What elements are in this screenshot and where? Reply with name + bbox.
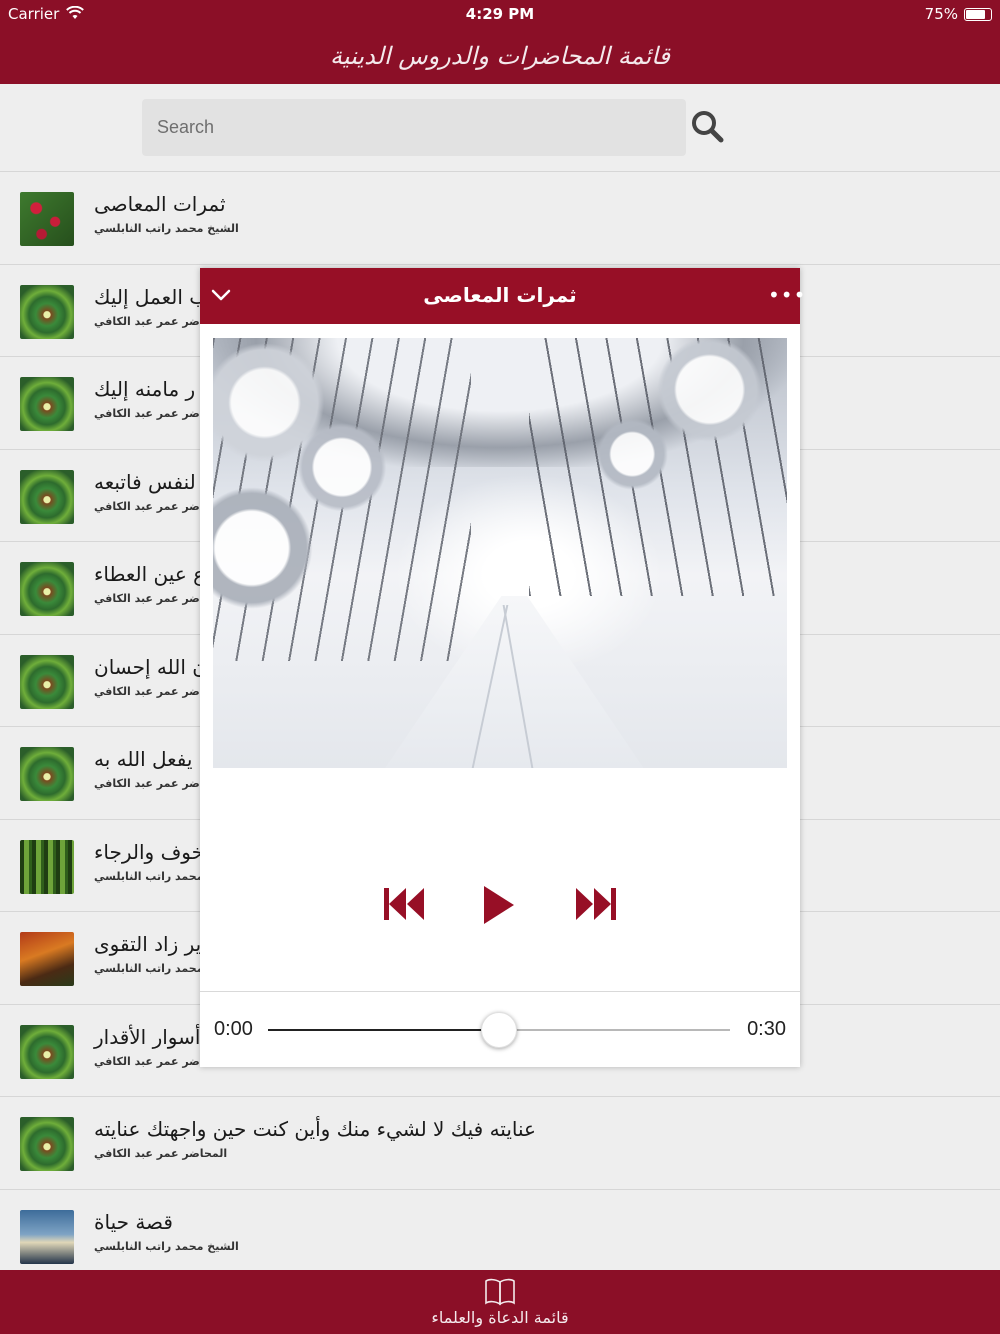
list-item[interactable]: عنايته فيك لا لشيء منك وأين كنت حين واجه… — [0, 1097, 1000, 1190]
search-input[interactable] — [142, 99, 686, 156]
tab-bar: قائمة الدعاة والعلماء — [0, 1270, 1000, 1334]
lecture-speaker: اضر عمر عبد الكافي — [94, 592, 204, 605]
lecture-title: ع عين العطاء — [94, 562, 206, 586]
nav-bar: قائمة المحاضرات والدروس الدينية — [0, 28, 1000, 84]
lecture-thumbnail — [20, 284, 74, 339]
lecture-thumbnail — [20, 654, 74, 709]
lecture-title: ب العمل إليك — [94, 284, 209, 309]
tab-scholars-label[interactable]: قائمة الدعاة والعلماء — [0, 1308, 1000, 1327]
status-bar: Carrier 4:29 PM 75% — [0, 0, 1000, 28]
play-button[interactable] — [482, 884, 516, 926]
list-item[interactable]: ثمرات المعاصى الشيخ محمد راتب النابلسي — [0, 172, 1000, 265]
player-header: ثمرات المعاصى ••• — [200, 268, 805, 324]
playback-controls — [200, 878, 800, 928]
lecture-title: أسوار الأقدار — [94, 1024, 201, 1049]
lecture-title: ن الله إحسان — [94, 654, 207, 679]
lecture-title: قصة حياة — [94, 1209, 173, 1234]
lecture-thumbnail — [20, 1209, 74, 1264]
lecture-thumbnail — [20, 469, 74, 524]
more-options-icon[interactable]: ••• — [768, 284, 805, 306]
search-bar — [0, 84, 1000, 172]
audio-player-modal: ثمرات المعاصى ••• 0:00 0:30 — [200, 268, 805, 1067]
lecture-thumbnail — [20, 1024, 74, 1079]
previous-track-button[interactable] — [384, 886, 426, 922]
search-icon[interactable] — [689, 108, 725, 144]
lecture-speaker: اضر عمر عبد الكافي — [94, 1054, 204, 1068]
lecture-speaker: الشيخ محمد راتب النابلسي — [94, 1239, 239, 1253]
list-item[interactable]: قصة حياة الشيخ محمد راتب النابلسي — [0, 1189, 1000, 1282]
player-title: ثمرات المعاصى — [423, 283, 577, 307]
lecture-title: ير زاد التقوى — [94, 932, 202, 956]
lecture-title: ا يفعل الله به — [94, 747, 205, 771]
progress-area: 0:00 0:30 — [200, 991, 800, 1067]
lecture-thumbnail — [20, 839, 74, 894]
seek-fill — [268, 1029, 499, 1031]
lecture-title: عنايته فيك لا لشيء منك وأين كنت حين واجه… — [94, 1117, 536, 1141]
battery-icon — [964, 8, 992, 21]
seek-thumb[interactable] — [481, 1012, 517, 1048]
lecture-speaker: المحاضر عمر عبد الكافي — [94, 1147, 228, 1160]
lecture-title: لنفس فاتبعه — [94, 469, 196, 494]
lecture-thumbnail — [20, 1117, 74, 1171]
lecture-thumbnail — [20, 562, 74, 616]
lecture-speaker: محمد راتب النابلسي — [94, 962, 204, 975]
lecture-thumbnail — [20, 192, 74, 246]
lecture-thumbnail — [20, 747, 74, 801]
lecture-speaker: اضر عمر عبد الكافي — [94, 777, 204, 790]
elapsed-time: 0:00 — [214, 1018, 253, 1040]
next-track-button[interactable] — [574, 886, 616, 922]
lecture-speaker: محمد راتب النابلسي — [94, 869, 204, 883]
lecture-speaker: اضر عمر عبد الكافي — [94, 407, 204, 420]
lecture-speaker: اضر عمر عبد الكافي — [94, 499, 204, 513]
lecture-title: ر مامنه إليك — [94, 377, 196, 401]
total-time: 0:30 — [747, 1018, 786, 1040]
lecture-title: ثمرات المعاصى — [94, 192, 226, 216]
book-icon[interactable] — [484, 1278, 516, 1306]
lecture-speaker: اضر عمر عبد الكافي — [94, 314, 204, 328]
album-artwork — [213, 338, 787, 768]
page-title: قائمة المحاضرات والدروس الدينية — [330, 42, 670, 70]
lecture-thumbnail — [20, 377, 74, 431]
lecture-title: خوف والرجاء — [94, 839, 204, 864]
lecture-speaker: الشيخ محمد راتب النابلسي — [94, 222, 239, 235]
lecture-speaker: اضر عمر عبد الكافي — [94, 684, 204, 698]
clock: 4:29 PM — [465, 5, 535, 23]
battery-percent: 75% — [924, 5, 958, 23]
lecture-thumbnail — [20, 932, 74, 986]
